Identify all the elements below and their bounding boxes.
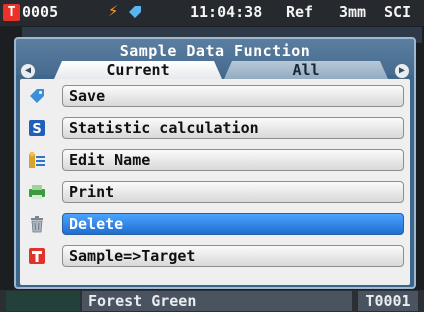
target-icon <box>29 248 45 264</box>
menu-panel: Save S Statistic calculation Edit Name P… <box>20 79 410 285</box>
color-swatch <box>6 291 80 311</box>
clock-time: 11:04:38 <box>190 3 263 21</box>
reference-indicator: Ref <box>286 3 314 21</box>
tag-icon <box>30 89 44 103</box>
menu-item-save[interactable]: Save <box>20 83 410 109</box>
svg-text:S: S <box>32 122 41 137</box>
trash-icon <box>31 216 43 233</box>
statistic-calculation-button[interactable]: Statistic calculation <box>62 117 404 139</box>
menu-item-delete[interactable]: Delete <box>20 211 410 237</box>
status-bar: T 0005 ⚡ 11:04:38 Ref 3mm SCI <box>0 0 424 26</box>
menu-item-statistic[interactable]: S Statistic calculation <box>20 115 410 141</box>
tag-icon <box>129 6 141 18</box>
menu-item-sample-to-target[interactable]: Sample=>Target <box>20 243 410 269</box>
print-button[interactable]: Print <box>62 181 404 203</box>
power-icon: ⚡ <box>108 1 119 21</box>
dialog-title: Sample Data Function <box>119 42 311 60</box>
sample-data-function-dialog: Sample Data Function ◀ ▶ Current All Sav… <box>14 37 416 289</box>
tab-all[interactable]: All <box>224 61 388 79</box>
tab-current[interactable]: Current <box>54 61 222 79</box>
edit-name-icon <box>29 151 45 168</box>
statistics-icon: S <box>29 120 45 137</box>
delete-button[interactable]: Delete <box>62 213 404 235</box>
edit-name-button[interactable]: Edit Name <box>62 149 404 171</box>
printer-icon <box>29 185 45 199</box>
sample-type-icon: T <box>3 4 20 21</box>
mode-indicator: SCI <box>384 3 412 21</box>
save-button[interactable]: Save <box>62 85 404 107</box>
menu-item-edit-name[interactable]: Edit Name <box>20 147 410 173</box>
sample-to-target-button[interactable]: Sample=>Target <box>62 245 404 267</box>
sample-name: Forest Green <box>82 291 352 311</box>
sample-id: 0005 <box>22 3 59 21</box>
menu-item-print[interactable]: Print <box>20 179 410 205</box>
aperture-indicator: 3mm <box>339 3 367 21</box>
target-code: T0001 <box>358 291 418 311</box>
bottom-bar: Forest Green T0001 <box>0 290 424 312</box>
tabs: Current All <box>16 61 414 79</box>
